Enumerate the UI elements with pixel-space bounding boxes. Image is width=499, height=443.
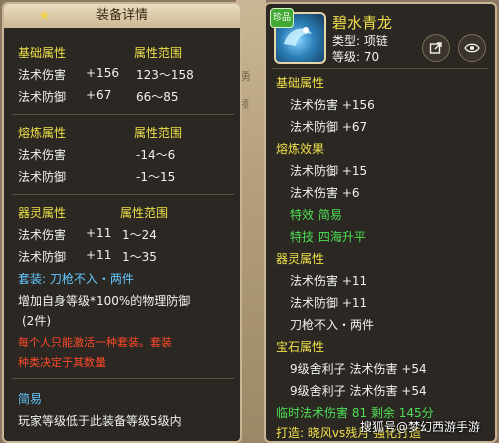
share-button[interactable] [422, 34, 450, 62]
spirit-row-value: +11 [86, 226, 112, 240]
spirit-attr-line: 法术防御 +11 [290, 296, 368, 310]
refine-range-header: 属性范围 [134, 126, 183, 140]
set-name: 套装: 刀枪不入・两件 [18, 272, 134, 286]
spirit-set-line: 刀枪不入・两件 [290, 318, 375, 332]
divider [12, 194, 234, 195]
refine-row-range: -1～15 [136, 170, 176, 184]
base-row-range: 66～85 [136, 90, 179, 104]
base-attr-header: 基础属性 [276, 76, 325, 90]
spirit-attr-header: 器灵属性 [18, 206, 67, 220]
toggle-visibility-button[interactable] [458, 34, 486, 62]
base-attr-header: 基础属性 [18, 46, 67, 60]
base-row-value: +156 [86, 66, 119, 80]
gem-attr-line: 9级舍利子 法术伤害 +54 [290, 384, 427, 398]
special-skill: 特技 四海升平 [290, 230, 366, 244]
gem-attr-line: 9级舍利子 法术伤害 +54 [290, 362, 427, 376]
divider [12, 114, 234, 115]
base-row-name: 法术伤害 [18, 68, 67, 82]
watermark: 搜狐号@梦幻西游手游 [360, 420, 481, 434]
item-name: 碧水青龙 [332, 14, 393, 32]
divider [12, 378, 234, 379]
refine-row-name: 法术伤害 [18, 148, 67, 162]
gem-attr-header: 宝石属性 [276, 340, 325, 354]
base-attr-line: 法术防御 +67 [290, 120, 368, 134]
refine-attr-header: 熔炼属性 [18, 126, 67, 140]
spirit-row-name: 法术伤害 [18, 228, 67, 242]
base-row-range: 123～158 [136, 68, 194, 82]
base-range-header: 属性范围 [134, 46, 183, 60]
set-note: 种类决定于其数量 [18, 356, 106, 369]
eye-icon [464, 43, 480, 53]
footer-text: 玩家等级低于此装备等级5级内 [18, 414, 182, 428]
set-description: 增加自身等级*100%的物理防御 [18, 294, 191, 308]
spirit-row-range: 1～35 [122, 250, 157, 264]
refine-effect-header: 熔炼效果 [276, 142, 325, 156]
spirit-row-range: 1～24 [122, 228, 157, 242]
base-row-value: +67 [86, 88, 112, 102]
footer-header: 简易 [18, 392, 43, 406]
spirit-attr-line: 法术伤害 +11 [290, 274, 368, 288]
spirit-range-header: 属性范围 [120, 206, 169, 220]
equipment-detail-panel: 装备详情 ★ 基础属性 属性范围 法术伤害 +156 123～158 法术防御 … [2, 2, 242, 443]
share-icon [429, 42, 442, 54]
refine-effect-line: 法术伤害 +6 [290, 186, 360, 200]
set-note: 每个人只能激活一种套装。套装 [18, 336, 172, 349]
spirit-attr-header: 器灵属性 [276, 252, 325, 266]
item-level: 等级: 70 [332, 50, 380, 64]
rarity-badge: 珍品 [270, 8, 294, 28]
refine-effect-line: 法术防御 +15 [290, 164, 368, 178]
set-count: (2件) [22, 314, 51, 328]
divider [272, 68, 488, 69]
star-icon: ★ [38, 8, 51, 24]
spirit-row-value: +11 [86, 248, 112, 262]
refine-row-range: -14～6 [136, 148, 176, 162]
refine-row-name: 法术防御 [18, 170, 67, 184]
special-effect: 特效 简易 [290, 208, 342, 222]
base-row-name: 法术防御 [18, 90, 67, 104]
item-type: 类型: 项链 [332, 34, 388, 48]
item-tooltip-panel: 珍品 碧水青龙 类型: 项链 等级: 70 基础属性 法术伤害 +156 法术防… [264, 2, 497, 443]
base-attr-line: 法术伤害 +156 [290, 98, 375, 112]
spirit-row-name: 法术防御 [18, 250, 67, 264]
